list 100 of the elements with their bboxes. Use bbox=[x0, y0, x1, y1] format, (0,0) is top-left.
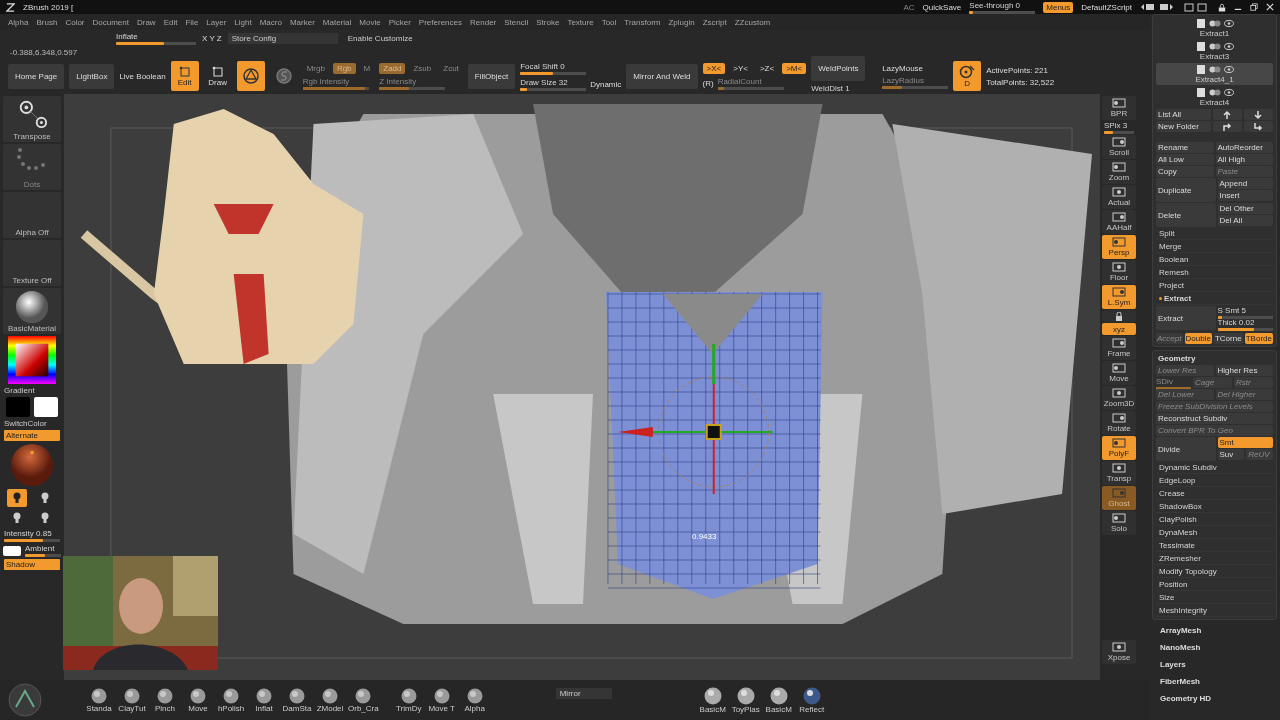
menu-item[interactable]: Material bbox=[318, 17, 356, 27]
shelf-button[interactable]: Xpose bbox=[1102, 640, 1136, 664]
menus-button[interactable]: Menus bbox=[1043, 1, 1074, 13]
panel-button[interactable]: Smt bbox=[1217, 437, 1273, 448]
shelf-button[interactable]: Actual bbox=[1102, 185, 1136, 209]
toggle-button[interactable]: Alternate bbox=[4, 430, 60, 441]
panel-section[interactable]: FiberMesh bbox=[1152, 674, 1277, 688]
toggle-button[interactable]: Shadow bbox=[4, 559, 60, 570]
panel-button[interactable]: Suv bbox=[1217, 449, 1245, 460]
panel-item[interactable]: ShadowBox bbox=[1156, 501, 1273, 513]
panel-item[interactable]: ClayPolish bbox=[1156, 514, 1273, 526]
texture-tile[interactable]: Texture Off bbox=[3, 240, 61, 286]
subtool-item[interactable]: Extract3 bbox=[1156, 40, 1273, 62]
menu-item[interactable]: ZZcustom bbox=[730, 17, 775, 27]
slider-fill[interactable] bbox=[969, 10, 973, 14]
menu-item[interactable]: Tool bbox=[597, 17, 621, 27]
brush-button[interactable]: ZModel bbox=[315, 687, 345, 713]
toolbar-button[interactable]: LightBox bbox=[69, 63, 115, 89]
brush-button[interactable]: Pinch bbox=[150, 687, 180, 713]
menu-item[interactable]: Transform bbox=[620, 17, 665, 27]
transpose-tile[interactable]: Transpose bbox=[3, 96, 61, 142]
panel-item[interactable]: DynaMesh bbox=[1156, 527, 1273, 539]
shelf-button[interactable]: AAHalf bbox=[1102, 210, 1136, 234]
panel-item[interactable]: Position bbox=[1156, 579, 1273, 591]
shelf-button[interactable]: Rotate bbox=[1102, 411, 1136, 435]
arrow-button[interactable] bbox=[1243, 109, 1273, 120]
menu-item[interactable]: Stencil bbox=[500, 17, 533, 27]
panel-section[interactable]: Layers bbox=[1152, 657, 1277, 671]
toolbar-button[interactable]: Home Page bbox=[8, 63, 65, 89]
color-swatch[interactable] bbox=[6, 397, 30, 417]
brush-button[interactable]: Alpha bbox=[459, 687, 490, 713]
tool-button[interactable]: Edit bbox=[170, 61, 199, 91]
menu-item[interactable]: Macro bbox=[255, 17, 286, 27]
menu-item[interactable]: Edit bbox=[159, 17, 182, 27]
brush-button[interactable]: TrimDy bbox=[393, 687, 424, 713]
slider-fill[interactable] bbox=[520, 87, 527, 91]
stroke-tile[interactable]: Dots bbox=[3, 144, 61, 190]
shelf-button[interactable]: Transp bbox=[1102, 461, 1136, 485]
shelf-button[interactable]: Scroll bbox=[1102, 135, 1136, 159]
panel-button[interactable]: All Low bbox=[1156, 154, 1214, 165]
tool-button[interactable]: D bbox=[953, 61, 982, 91]
panel-button[interactable]: Copy bbox=[1156, 166, 1214, 177]
material-button[interactable]: Reflect bbox=[796, 686, 827, 714]
slider-fill[interactable] bbox=[1104, 131, 1113, 134]
panel-item[interactable]: Boolean bbox=[1156, 254, 1273, 266]
brush-button[interactable]: hPolish bbox=[216, 687, 246, 713]
panel-button[interactable]: TCorne bbox=[1213, 333, 1243, 344]
toolbar-button[interactable]: WeldPoints bbox=[811, 55, 866, 81]
subtool-item[interactable]: Extract4 bbox=[1156, 86, 1273, 108]
panel-item[interactable]: Merge bbox=[1156, 241, 1273, 253]
tool-button[interactable] bbox=[236, 61, 265, 91]
slider-fill[interactable] bbox=[520, 71, 554, 75]
arrow-button[interactable] bbox=[1243, 121, 1273, 132]
panel-button[interactable]: TBorde bbox=[1244, 333, 1273, 344]
shelf-button[interactable]: Solo bbox=[1102, 511, 1136, 535]
shelf-button[interactable] bbox=[1102, 310, 1136, 322]
toolbar-button[interactable]: FillObject bbox=[467, 63, 516, 89]
menu-item[interactable]: File bbox=[181, 17, 203, 27]
panel-button[interactable]: Delete bbox=[1156, 203, 1216, 227]
panel-button[interactable]: Double bbox=[1184, 333, 1212, 344]
shelf-button[interactable]: PolyF bbox=[1102, 436, 1136, 460]
arrow-button[interactable] bbox=[1212, 121, 1242, 132]
brush-button[interactable]: Move bbox=[183, 687, 213, 713]
panel-button[interactable]: Duplicate bbox=[1156, 178, 1216, 202]
panel-section[interactable]: Geometry HD bbox=[1152, 691, 1277, 705]
shelf-button[interactable]: Frame bbox=[1102, 336, 1136, 360]
brush-button[interactable]: Orb_Cra bbox=[348, 687, 379, 713]
brush-button[interactable]: Standa bbox=[84, 687, 114, 713]
menu-item[interactable]: Marker bbox=[285, 17, 319, 27]
menu-item[interactable]: Layer bbox=[202, 17, 231, 27]
panel-button[interactable]: Del Other bbox=[1217, 203, 1273, 214]
panel-item[interactable]: Extract bbox=[1156, 293, 1273, 305]
panel-button[interactable]: Rename bbox=[1156, 142, 1214, 153]
slider-fill[interactable] bbox=[1217, 328, 1254, 331]
panel-item[interactable]: Remesh bbox=[1156, 267, 1273, 279]
subtool-item[interactable]: Extract1 bbox=[1156, 17, 1273, 39]
toggle-button[interactable]: >Z< bbox=[755, 62, 779, 74]
panel-button[interactable]: Reconstruct Subdiv bbox=[1156, 413, 1273, 424]
panel-button[interactable]: List All bbox=[1156, 109, 1211, 120]
panel-section[interactable]: NanoMesh bbox=[1152, 640, 1277, 654]
quicksave-button[interactable]: QuickSave bbox=[922, 2, 962, 12]
menu-item[interactable]: Document bbox=[88, 17, 133, 27]
shelf-button[interactable]: Floor bbox=[1102, 260, 1136, 284]
panel-item[interactable]: Dynamic Subdiv bbox=[1156, 462, 1273, 474]
panel-button[interactable]: Append bbox=[1217, 178, 1273, 189]
arrow-button[interactable] bbox=[1212, 109, 1242, 120]
panel-button[interactable]: Higher Res bbox=[1215, 365, 1273, 376]
menu-item[interactable]: Texture bbox=[563, 17, 598, 27]
menu-item[interactable]: Draw bbox=[132, 17, 160, 27]
panel-button[interactable]: Insert bbox=[1217, 190, 1273, 201]
shelf-button[interactable]: L.Sym bbox=[1102, 285, 1136, 309]
subtool-item[interactable]: Extract4_1 bbox=[1156, 63, 1273, 85]
material-button[interactable]: BasicM bbox=[697, 686, 728, 714]
shelf-button[interactable]: Move bbox=[1102, 361, 1136, 385]
panel-item[interactable]: Split bbox=[1156, 228, 1273, 240]
menu-item[interactable]: Zplugin bbox=[664, 17, 699, 27]
brush-button[interactable]: ClayTut bbox=[117, 687, 147, 713]
brush-button[interactable]: DamSta bbox=[282, 687, 312, 713]
panel-section[interactable]: ArrayMesh bbox=[1152, 623, 1277, 637]
panel-item[interactable]: MeshIntegrity bbox=[1156, 605, 1273, 617]
